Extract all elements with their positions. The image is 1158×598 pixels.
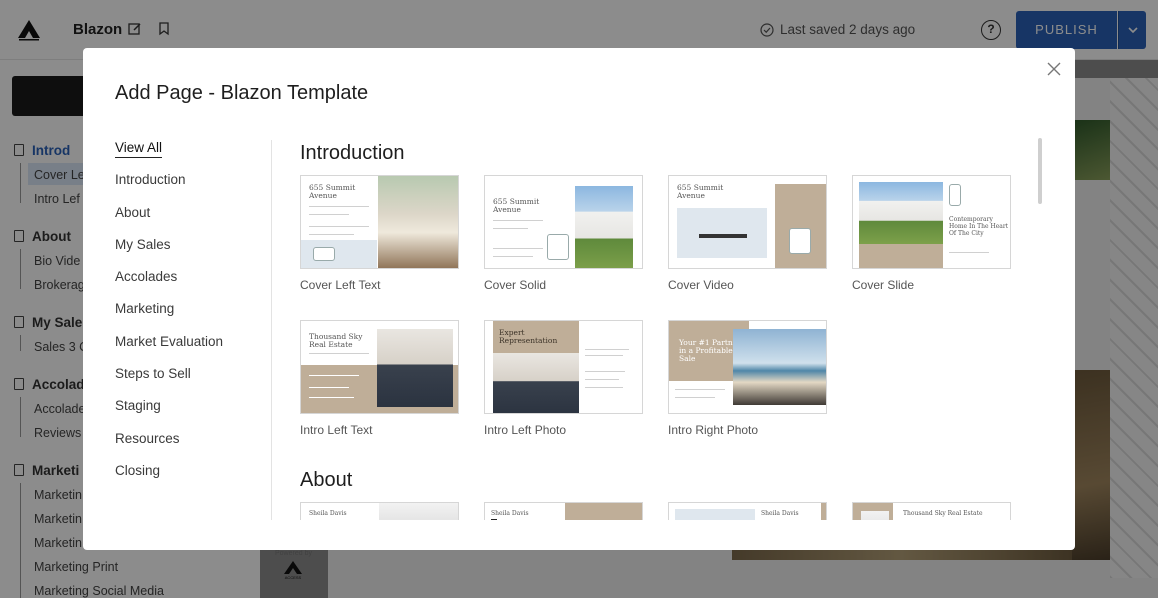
template-preview: Sheila Davis [300,502,459,520]
team-photo [377,329,453,407]
template-preview: Expert Representation [484,320,643,414]
template-intro-left-photo[interactable]: Expert Representation Intro Left Photo [484,320,643,437]
team-photo [493,353,579,413]
text-line [309,397,354,398]
text-line [675,389,725,390]
template-preview: 655 Summit Avenue [668,175,827,269]
brand-seal [547,234,569,260]
text-line [585,379,619,380]
agent-photo [861,511,889,520]
text-line [309,214,349,215]
template-label: Cover Video [668,278,734,292]
text-line [309,387,349,388]
text-line [493,248,543,249]
section-title-about: About [300,469,353,491]
text-line [493,220,543,221]
template-cover-slide[interactable]: Contemporary Home In The Heart Of The Ci… [852,175,1011,292]
agent-photo [379,503,458,520]
template-preview: 655 Summit Avenue [300,175,459,269]
brand-seal [789,228,811,254]
template-label: Cover Left Text [300,278,381,292]
category-introduction[interactable]: Introduction [115,170,265,202]
template-label: Intro Left Photo [484,423,567,437]
add-page-modal: Add Page - Blazon Template View All Intr… [83,48,1075,550]
template-intro-left-text[interactable]: Thousand Sky Real Estate Intro Left Text [300,320,459,437]
text-line [493,228,528,229]
text-line [493,256,533,257]
close-icon[interactable] [1045,60,1063,78]
template-preview: Your #1 Partner in a Profitable Sale [668,320,827,414]
text-line [309,353,369,354]
template-about-3[interactable]: Sheila Davis [668,502,827,520]
template-label: Cover Slide [852,278,915,292]
template-heading: Sheila Davis [309,510,347,517]
template-label: Cover Solid [484,278,547,292]
side-stripe [821,503,826,520]
template-cover-video[interactable]: 655 Summit Avenue Cover Video [668,175,827,292]
template-heading: Thousand Sky Real Estate [903,510,983,517]
category-closing[interactable]: Closing [115,461,265,493]
text-line [309,206,369,207]
category-marketing[interactable]: Marketing [115,299,265,331]
template-heading: Thousand Sky Real Estate [309,332,363,349]
category-accolades[interactable]: Accolades [115,267,265,299]
text-line [309,375,359,376]
heading-panel [565,503,642,520]
brand-seal [313,247,335,261]
side-panel [775,184,826,268]
template-heading: Sheila Davis [761,510,799,517]
template-cover-left-text[interactable]: 655 Summit Avenue Cover Left Text [300,175,459,292]
video-placeholder [677,208,767,258]
template-label: Intro Right Photo [668,423,759,437]
template-about-1[interactable]: Sheila Davis [300,502,459,520]
text-line [675,397,715,398]
category-steps-to-sell[interactable]: Steps to Sell [115,364,265,396]
text-line [585,355,623,356]
video-progress-bar [699,234,747,238]
house-photo [859,182,943,244]
category-my-sales[interactable]: My Sales [115,235,265,267]
template-preview: Contemporary Home In The Heart Of The Ci… [852,175,1011,269]
template-preview: 655 Summit Avenue [484,175,643,269]
template-preview: Sheila Davis [668,502,827,520]
photo-corner [491,519,497,520]
template-preview: Sheila Davis [484,502,643,520]
text-line [585,349,629,350]
category-staging[interactable]: Staging [115,396,265,428]
template-heading: Your #1 Partner in a Profitable Sale [679,338,741,363]
template-cover-solid[interactable]: 655 Summit Avenue Cover Solid [484,175,643,292]
caption-panel [859,244,943,268]
text-line [309,234,354,235]
text-line [585,387,623,388]
property-photo [733,329,826,405]
category-market-evaluation[interactable]: Market Evaluation [115,332,265,364]
text-line [949,252,989,253]
modal-title: Add Page - Blazon Template [115,82,369,104]
category-resources[interactable]: Resources [115,429,265,461]
template-intro-right-photo[interactable]: Your #1 Partner in a Profitable Sale Int… [668,320,827,437]
template-label: Intro Left Text [300,423,373,437]
text-line [585,371,625,372]
template-heading: 655 Summit Avenue [677,183,724,200]
section-title-introduction: Introduction [300,142,405,164]
category-list: View All Introduction About My Sales Acc… [115,138,265,493]
template-heading: Contemporary Home In The Heart Of The Ci… [949,216,1009,237]
template-heading: Sheila Davis [491,510,529,517]
template-heading: 655 Summit Avenue [309,183,356,200]
house-photo [575,186,633,268]
category-view-all[interactable]: View All [115,138,265,170]
template-gallery: Introduction 655 Summit Avenue Cover Lef… [300,138,1040,520]
template-about-2[interactable]: Sheila Davis [484,502,643,520]
modal-divider [271,140,272,520]
house-photo [378,176,458,268]
brand-seal [949,184,961,206]
photo-placeholder [675,509,755,520]
template-heading: Expert Representation [499,328,558,345]
template-about-4[interactable]: Thousand Sky Real Estate [852,502,1011,520]
category-about[interactable]: About [115,203,265,235]
template-preview: Thousand Sky Real Estate [852,502,1011,520]
text-line [309,226,369,227]
template-preview: Thousand Sky Real Estate [300,320,459,414]
template-heading: 655 Summit Avenue [493,197,540,214]
